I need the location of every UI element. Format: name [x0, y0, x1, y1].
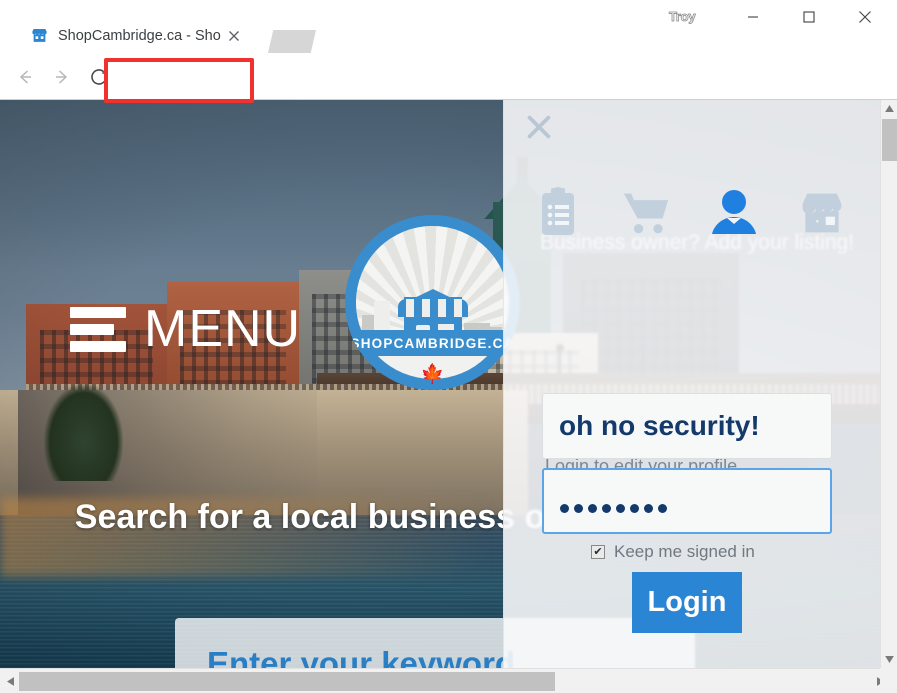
- browser-tab[interactable]: ShopCambridge.ca - Sho: [1, 18, 270, 53]
- browser-window: ShopCambridge.ca - Sho Troy MENU SHOPCAM…: [0, 0, 897, 693]
- horizontal-scrollbar[interactable]: [0, 668, 897, 693]
- keep-signed-in-label: Keep me signed in: [614, 542, 755, 561]
- user-profile-icon[interactable]: [710, 187, 758, 239]
- checkmark-icon: ✔: [593, 545, 603, 558]
- login-button-label: Login: [647, 586, 727, 618]
- scroll-down-arrow-icon[interactable]: [881, 651, 897, 668]
- profile-name-label[interactable]: Troy: [669, 9, 696, 25]
- page-viewport: MENU SHOPCAMBRIDGE.CA 🍁 Search for a loc…: [0, 100, 880, 668]
- logo-shop-awning: [398, 299, 468, 317]
- tab-close-icon[interactable]: [225, 27, 243, 45]
- scroll-up-arrow-icon[interactable]: [881, 100, 897, 117]
- clipboard-list-icon[interactable]: [534, 187, 582, 239]
- tab-strip: ShopCambridge.ca - Sho: [0, 18, 640, 53]
- username-value: oh no security!: [559, 410, 760, 441]
- storefront-favicon: [30, 26, 49, 45]
- hamburger-icon: [70, 306, 126, 352]
- password-field[interactable]: [542, 468, 832, 534]
- window-maximize-button[interactable]: [786, 0, 832, 34]
- logo-inner-circle: [356, 226, 509, 379]
- search-placeholder-text: Enter your keyword: [207, 645, 516, 668]
- password-masked-value: [560, 503, 667, 513]
- logo-brand-text: SHOPCAMBRIDGE.CA: [350, 335, 515, 351]
- vertical-scrollbar[interactable]: [880, 100, 897, 668]
- back-button[interactable]: [12, 64, 38, 90]
- new-tab-button[interactable]: [268, 30, 316, 53]
- browser-titlebar: ShopCambridge.ca - Sho Troy: [0, 0, 897, 53]
- scrollbar-corner: [880, 668, 897, 693]
- keep-signed-in-checkbox[interactable]: ✔: [591, 545, 605, 559]
- window-minimize-button[interactable]: [730, 0, 776, 34]
- keep-signed-in-row[interactable]: ✔ Keep me signed in: [591, 542, 755, 562]
- logo-brand-band: SHOPCAMBRIDGE.CA: [345, 330, 520, 356]
- username-field[interactable]: oh no security!: [542, 393, 832, 459]
- forward-button[interactable]: [49, 64, 75, 90]
- storefront-icon[interactable]: [798, 187, 846, 239]
- browser-toolbar: Not secure www.shopcambridge.ca: [0, 53, 897, 147]
- window-close-button[interactable]: [842, 0, 888, 34]
- shopping-cart-icon[interactable]: [622, 187, 670, 239]
- vertical-scrollbar-thumb[interactable]: [882, 119, 897, 161]
- site-logo[interactable]: SHOPCAMBRIDGE.CA 🍁: [345, 215, 520, 390]
- horizontal-scrollbar-thumb[interactable]: [19, 672, 555, 691]
- panel-nav-icons: [534, 182, 854, 244]
- close-icon[interactable]: [522, 110, 556, 144]
- menu-label: MENU: [144, 300, 302, 358]
- menu-toggle-button[interactable]: MENU: [70, 303, 301, 355]
- scroll-left-arrow-icon[interactable]: [2, 669, 19, 693]
- login-button[interactable]: Login: [632, 572, 742, 633]
- maple-leaf-icon: 🍁: [420, 364, 445, 385]
- tab-title: ShopCambridge.ca - Sho: [58, 28, 221, 44]
- reload-button[interactable]: [86, 64, 112, 90]
